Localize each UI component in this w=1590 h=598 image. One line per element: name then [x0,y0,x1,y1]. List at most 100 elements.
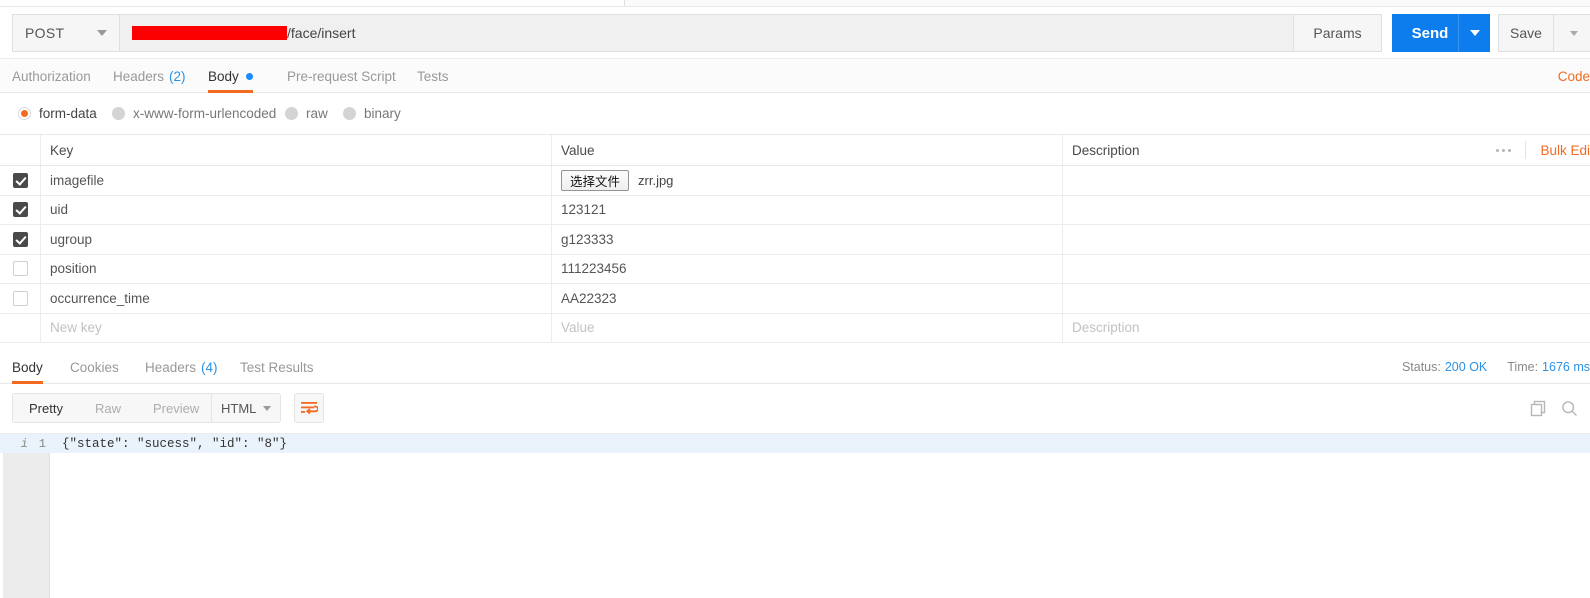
chevron-down-icon [263,406,271,411]
selected-file-name: zrr.jpg [638,173,673,188]
send-options-button[interactable] [1458,14,1490,52]
code-line: i 1 {"state": "sucess", "id": "8"} [0,434,1590,453]
copy-button[interactable] [1530,400,1547,417]
view-mode-raw[interactable]: Raw [79,394,137,422]
status-label: Status: [1402,360,1441,374]
tab-strip [0,0,1590,7]
tab-label: Cookies [70,360,119,375]
row-value-input[interactable]: g123333 [552,225,1063,254]
tab-authorization[interactable]: Authorization [12,59,91,93]
column-header-value: Value [552,135,1063,165]
request-tab-bar: Authorization Headers (2) Body Pre-reque… [0,59,1590,93]
status-badge: Status: 200 OK [1402,360,1487,374]
tab-count: (4) [201,360,218,375]
row-value-input[interactable]: AA22323 [552,284,1063,313]
table-tools: Bulk Edi [1482,135,1590,165]
row-key-input[interactable]: ugroup [41,225,552,254]
row-description-input[interactable] [1063,255,1590,284]
response-tab-headers[interactable]: Headers (4) [145,350,218,384]
language-selector[interactable]: HTML [211,393,281,423]
response-tab-body[interactable]: Body [12,350,43,384]
row-description-input[interactable] [1063,166,1590,195]
tab-label: Body [208,69,239,84]
response-body-viewer[interactable]: i 1 {"state": "sucess", "id": "8"} [0,433,1590,598]
row-checkbox[interactable] [0,196,41,225]
chevron-down-icon [1570,31,1578,36]
search-button[interactable] [1561,400,1578,417]
save-options-button[interactable] [1554,14,1590,52]
tab-count: (2) [169,69,186,84]
url-visible-tail: /face/insert [287,25,355,41]
radio-binary[interactable]: binary [343,93,401,133]
row-description-input[interactable] [1063,196,1590,225]
new-key-input[interactable]: New key [41,314,552,343]
response-tab-test-results[interactable]: Test Results [240,350,314,384]
more-options-icon[interactable] [1482,141,1526,159]
time-label: Time: [1507,360,1538,374]
tab-headers[interactable]: Headers (2) [113,59,186,93]
radio-icon [112,107,125,120]
send-button[interactable]: Send [1392,14,1468,52]
row-checkbox[interactable] [0,166,41,195]
row-checkbox[interactable] [0,255,41,284]
tab-label: Body [12,360,43,375]
column-header-description-label: Description [1072,143,1140,158]
table-row: ugroup g123333 [0,225,1590,255]
line-info-icon: i [0,437,28,451]
row-key-input[interactable]: uid [41,196,552,225]
redaction-bar [132,26,287,40]
view-mode-segmented-control: Pretty Raw Preview [12,393,216,423]
row-value-input[interactable]: 111223456 [552,255,1063,284]
view-mode-pretty[interactable]: Pretty [13,394,79,422]
radio-icon [285,107,298,120]
table-row: uid 123121 [0,196,1590,226]
chevron-down-icon [1470,30,1480,36]
checkbox-icon [13,173,28,188]
params-button[interactable]: Params [1294,14,1382,52]
radio-x-www-form-urlencoded[interactable]: x-www-form-urlencoded [112,93,276,133]
url-bar: POST /face/insert Params Send Save [0,7,1590,59]
save-button[interactable]: Save [1498,14,1554,52]
row-key-input[interactable]: occurrence_time [41,284,552,313]
http-method-selector[interactable]: POST [12,14,120,52]
row-key-input[interactable]: position [41,255,552,284]
radio-form-data[interactable]: form-data [18,93,97,133]
row-description-input[interactable] [1063,284,1590,313]
row-value-input[interactable]: 123121 [552,196,1063,225]
url-input[interactable]: /face/insert [120,14,1294,52]
tab-label: Pre-request Script [287,69,396,84]
choose-file-button[interactable]: 选择文件 [561,170,629,191]
response-toolbar: Pretty Raw Preview HTML [0,384,1590,433]
status-value: 200 OK [1445,360,1487,374]
radio-icon [18,107,31,120]
radio-label: raw [306,106,328,121]
table-header-row: Key Value Description Bulk Edi [0,134,1590,166]
search-icon [1561,400,1578,417]
tab-tests[interactable]: Tests [417,59,449,93]
radio-raw[interactable]: raw [285,93,328,133]
radio-label: x-www-form-urlencoded [133,106,276,121]
bulk-edit-link[interactable]: Bulk Edi [1526,143,1590,158]
checkbox-icon [13,291,28,306]
active-request-tab[interactable] [0,0,625,6]
row-description-input[interactable] [1063,225,1590,254]
row-checkbox[interactable] [0,225,41,254]
code-link[interactable]: Code [1558,59,1590,93]
word-wrap-button[interactable] [294,393,324,423]
new-value-input[interactable]: Value [552,314,1063,343]
checkbox-icon [13,261,28,276]
tab-body[interactable]: Body [208,59,253,93]
response-actions [1530,393,1578,423]
row-value-file[interactable]: 选择文件 zrr.jpg [552,166,1063,195]
time-badge: Time: 1676 ms [1507,360,1590,374]
tab-pre-request-script[interactable]: Pre-request Script [287,59,396,93]
tab-label: Test Results [240,360,314,375]
response-tab-cookies[interactable]: Cookies [70,350,119,384]
table-row: position 111223456 [0,255,1590,285]
new-description-input[interactable]: Description [1063,314,1590,343]
row-key-input[interactable]: imagefile [41,166,552,195]
view-mode-preview[interactable]: Preview [137,394,215,422]
tab-label: Tests [417,69,449,84]
http-method-label: POST [25,25,97,41]
row-checkbox[interactable] [0,284,41,313]
